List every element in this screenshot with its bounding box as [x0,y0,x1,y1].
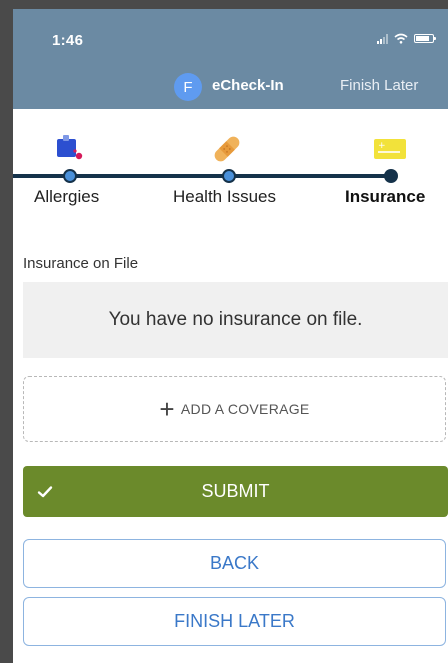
submit-label: SUBMIT [201,481,270,501]
status-icons [377,33,436,44]
no-insurance-message: You have no insurance on file. [23,282,448,358]
signal-icon [377,33,388,44]
step-dot-allergies [63,169,77,183]
device-frame-left [0,0,13,663]
step-dot-insurance [384,169,398,183]
step-label-health-issues[interactable]: Health Issues [173,187,276,207]
step-dot-health-issues [222,169,236,183]
nav-title: eCheck-In [212,77,284,94]
submit-button[interactable]: SUBMIT [23,466,448,517]
screen: 1:46 F eCheck-In Finish Later Allergies [13,9,448,663]
device-frame-top [0,0,448,9]
add-coverage-label: ADD A COVERAGE [180,401,310,417]
status-time: 1:46 [52,32,84,49]
allergy-icon [57,135,83,160]
finish-later-button[interactable]: FINISH LATER [23,597,446,646]
battery-icon [414,34,436,43]
step-label-allergies[interactable]: Allergies [34,187,99,207]
insurance-card-icon: + [374,139,406,159]
wifi-icon [394,33,408,44]
add-coverage-button[interactable]: + ADD A COVERAGE [23,376,446,442]
app-header: 1:46 F eCheck-In Finish Later [13,9,448,109]
bandage-icon [214,136,240,162]
progress-stepper: Allergies Health Issues + Insurance [13,127,448,222]
check-icon [37,486,53,498]
svg-text:+: + [378,141,386,151]
plus-icon: + [159,394,175,424]
finish-later-nav-button[interactable]: Finish Later [340,77,418,94]
back-button[interactable]: BACK [23,539,446,588]
step-label-insurance[interactable]: Insurance [345,187,425,207]
insurance-section-label: Insurance on File [23,255,139,272]
avatar: F [174,73,202,101]
